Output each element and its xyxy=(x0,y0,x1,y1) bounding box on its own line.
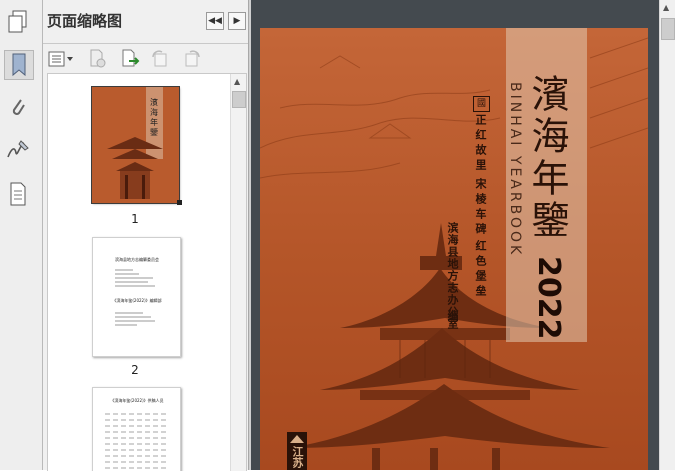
cover-tagline-3: 红色堡垒 xyxy=(474,240,487,300)
rotate-right-icon[interactable] xyxy=(181,48,203,70)
page-number-label: 1 xyxy=(131,212,139,226)
page-thumbnail-3[interactable]: 《滨海年鉴(2022)》供稿人员 xyxy=(92,387,181,471)
page-number-label: 2 xyxy=(131,363,139,377)
toolbar-divider xyxy=(43,43,248,44)
bookmark-icon[interactable] xyxy=(4,50,34,80)
signature-icon[interactable] xyxy=(4,136,32,164)
scroll-up-icon[interactable]: ▲ xyxy=(663,3,669,12)
page-thumbnail-1[interactable]: 濱 海 年 鑒 xyxy=(91,86,180,204)
thumbnail-list[interactable]: 濱 海 年 鑒 1 滨海县地方志编纂委员会 《滨海年鉴(2022)》编辑部 2 … xyxy=(47,73,247,471)
svg-text:濱: 濱 xyxy=(150,97,158,107)
page-thumbnail-2[interactable]: 滨海县地方志编纂委员会 《滨海年鉴(2022)》编辑部 xyxy=(92,237,181,357)
thumbnail-heading: 《滨海年鉴(2022)》编辑部 xyxy=(112,298,162,303)
scrollbar-thumb[interactable] xyxy=(661,18,675,40)
cover-badge: 國 xyxy=(473,96,490,112)
cover-page: 濱海年鑒 BINHAI YEARBOOK 2022 國 正红故里 宋棱车碑 红色… xyxy=(260,28,648,470)
svg-text:鑒: 鑒 xyxy=(150,127,158,137)
publisher-logo-icon xyxy=(290,435,304,443)
expand-panel-button[interactable]: ▶ xyxy=(228,12,246,30)
cover-title: 濱海年鑒 xyxy=(525,74,569,242)
svg-text:海: 海 xyxy=(150,107,158,117)
double-chevron-left-icon: ◀◀ xyxy=(208,16,222,26)
thumbnail-scrollbar[interactable]: ▲ xyxy=(230,74,246,471)
svg-text:年: 年 xyxy=(150,117,158,127)
cover-editor-suffix: 编 xyxy=(446,310,459,321)
cover-tagline-2: 宋棱车碑 xyxy=(474,178,487,238)
thumbnail-panel: 页面缩略图 ◀◀ ▶ 濱 海 年 鑒 1 滨海县地方志编纂委员会 《滨海年鉴(2… xyxy=(43,0,249,471)
document-view[interactable]: 濱海年鑒 BINHAI YEARBOOK 2022 國 正红故里 宋棱车碑 红色… xyxy=(251,0,675,470)
scroll-up-icon[interactable]: ▲ xyxy=(234,77,240,86)
attachment-icon[interactable] xyxy=(4,94,32,122)
thumbnail-resize-handle[interactable] xyxy=(177,200,182,205)
cover-tagline-1: 正红故里 xyxy=(474,114,487,174)
cover-subtitle-english: BINHAI YEARBOOK xyxy=(507,82,523,258)
chevron-right-icon: ▶ xyxy=(233,16,241,26)
cover-year: 2022 xyxy=(531,256,566,340)
publisher-name: 江苏 xyxy=(291,446,304,468)
scrollbar-thumb[interactable] xyxy=(232,91,246,108)
publisher-mark: 江苏 xyxy=(287,432,307,470)
collapse-panel-button[interactable]: ◀◀ xyxy=(206,12,224,30)
document-icon[interactable] xyxy=(4,180,32,208)
delete-page-icon[interactable] xyxy=(87,48,109,70)
pages-icon[interactable] xyxy=(4,8,32,36)
insert-page-icon[interactable] xyxy=(119,48,141,70)
rotate-left-icon[interactable] xyxy=(149,48,171,70)
panel-title: 页面缩略图 xyxy=(47,12,123,30)
options-menu-button[interactable] xyxy=(47,48,75,70)
navigation-rail xyxy=(0,0,43,470)
document-scrollbar[interactable]: ▲ xyxy=(659,0,675,470)
